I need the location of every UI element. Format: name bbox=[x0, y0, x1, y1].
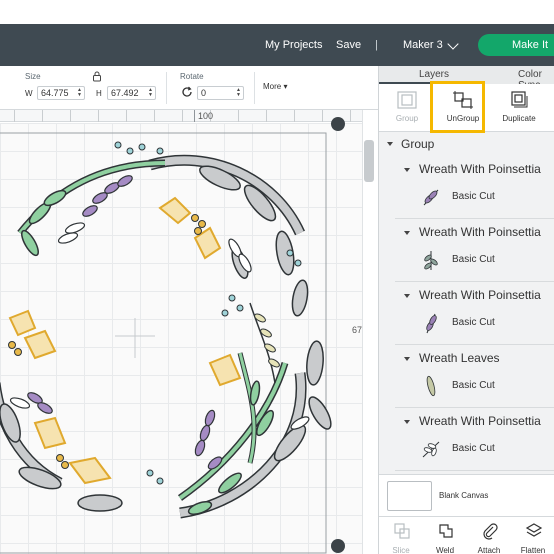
save-button[interactable]: Save bbox=[336, 24, 361, 66]
layer-name: Wreath With Poinsettia bbox=[419, 162, 541, 176]
group-row[interactable]: Group bbox=[379, 132, 554, 156]
app-header: My Projects Save | Maker 3 Make It bbox=[0, 24, 554, 66]
slice-icon bbox=[394, 523, 410, 539]
flatten-label: Flatten bbox=[520, 546, 546, 554]
side-ruler-number: 67 bbox=[352, 325, 363, 335]
cut-operation[interactable]: Basic Cut bbox=[452, 443, 495, 454]
wreath-artwork[interactable] bbox=[0, 123, 362, 554]
slice-button[interactable]: Slice bbox=[379, 517, 423, 554]
attach-label: Attach bbox=[477, 546, 501, 554]
cut-operation[interactable]: Basic Cut bbox=[452, 254, 495, 265]
height-field[interactable]: 67.492 ▲ ▼ bbox=[107, 86, 156, 100]
blank-canvas-swatch[interactable] bbox=[387, 481, 432, 511]
duplicate-button[interactable]: Duplicate bbox=[491, 84, 547, 132]
selection-handle[interactable] bbox=[331, 117, 345, 131]
attach-button[interactable]: Attach bbox=[467, 517, 511, 554]
vertical-scrollbar-thumb[interactable] bbox=[364, 140, 374, 182]
rotate-stepper-icon[interactable]: ▲ ▼ bbox=[236, 88, 241, 98]
layer-name: Wreath With Poinsettia bbox=[419, 225, 541, 239]
fern-thumbnail-icon bbox=[422, 441, 440, 458]
expand-toggle-icon[interactable] bbox=[404, 168, 410, 172]
top-strip bbox=[0, 0, 554, 24]
cut-operation[interactable]: Basic Cut bbox=[452, 317, 495, 328]
layer-row[interactable]: Wreath Leaves Basic Cut bbox=[395, 345, 554, 408]
group-label: Group bbox=[395, 114, 419, 123]
expand-toggle-icon[interactable] bbox=[404, 294, 410, 298]
group-button[interactable]: Group bbox=[379, 84, 435, 132]
blank-canvas-label: Blank Canvas bbox=[439, 491, 489, 500]
expand-toggle-icon[interactable] bbox=[404, 231, 410, 235]
layer-row[interactable]: Wreath With Poinsettia Basic Cut bbox=[395, 282, 554, 345]
ruler-number: 100 bbox=[198, 111, 214, 121]
layers-panel: Layers Color Sync Group UnGroup bbox=[378, 66, 554, 554]
weld-button[interactable]: Weld bbox=[423, 517, 467, 554]
flatten-icon bbox=[525, 523, 543, 537]
layer-tools-bar: Slice Weld Attach Flatten bbox=[379, 516, 554, 554]
more-menu[interactable]: More ▾ bbox=[263, 82, 287, 91]
expand-toggle-icon[interactable] bbox=[404, 420, 410, 424]
lavender-thumbnail-icon bbox=[423, 189, 439, 206]
rotate-icon bbox=[182, 86, 192, 97]
tab-layers[interactable]: Layers bbox=[419, 69, 449, 80]
toolbar-divider bbox=[166, 72, 167, 104]
rotate-value: 0 bbox=[201, 88, 207, 98]
height-letter: H bbox=[96, 89, 102, 98]
width-value: 64.775 bbox=[41, 88, 69, 98]
size-label: Size bbox=[25, 72, 41, 81]
lock-icon[interactable] bbox=[92, 71, 102, 82]
cut-operation[interactable]: Basic Cut bbox=[452, 191, 495, 202]
sprig-thumbnail-icon bbox=[424, 251, 438, 270]
resize-handle[interactable] bbox=[331, 539, 345, 553]
chevron-down-icon[interactable] bbox=[447, 38, 459, 50]
top-ruler: 100 bbox=[0, 110, 362, 122]
design-space-window: My Projects Save | Maker 3 Make It Size … bbox=[0, 0, 554, 554]
make-it-button[interactable]: Make It bbox=[478, 34, 554, 56]
weld-icon bbox=[439, 524, 453, 538]
flatten-button[interactable]: Flatten bbox=[511, 517, 554, 554]
duplicate-label: Duplicate bbox=[502, 114, 536, 123]
layer-name: Wreath Leaves bbox=[419, 351, 500, 365]
group-name: Group bbox=[401, 137, 435, 151]
rotate-field[interactable]: 0 ▲ ▼ bbox=[197, 86, 244, 100]
lavender-thumbnail-icon bbox=[426, 313, 437, 334]
duplicate-icon bbox=[511, 91, 528, 108]
height-stepper-icon[interactable]: ▲ ▼ bbox=[148, 88, 153, 98]
machine-selector[interactable]: Maker 3 bbox=[403, 24, 443, 66]
design-canvas[interactable] bbox=[0, 123, 362, 554]
layer-row[interactable]: Wreath With Poinsettia Basic Cut bbox=[395, 408, 554, 471]
rotate-label: Rotate bbox=[180, 72, 204, 81]
toolbar-divider bbox=[254, 72, 255, 104]
cut-operation[interactable]: Basic Cut bbox=[452, 380, 495, 391]
width-letter: W bbox=[25, 89, 33, 98]
layer-name: Wreath With Poinsettia bbox=[419, 288, 541, 302]
blank-canvas-row[interactable]: Blank Canvas bbox=[379, 474, 554, 516]
ungroup-highlight-box bbox=[430, 81, 485, 133]
weld-label: Weld bbox=[435, 546, 455, 554]
leaf-thumbnail-icon bbox=[426, 375, 436, 397]
header-separator: | bbox=[375, 39, 378, 51]
slice-label: Slice bbox=[392, 546, 410, 554]
more-label: More bbox=[263, 82, 282, 91]
group-icon bbox=[397, 91, 417, 109]
expand-toggle-icon[interactable] bbox=[387, 142, 393, 146]
layer-name: Wreath With Poinsettia bbox=[419, 414, 541, 428]
width-field[interactable]: 64.775 ▲ ▼ bbox=[37, 86, 85, 100]
attach-icon bbox=[483, 523, 498, 540]
caret-down-icon: ▾ bbox=[281, 82, 288, 91]
expand-toggle-icon[interactable] bbox=[404, 357, 410, 361]
width-stepper-icon[interactable]: ▲ ▼ bbox=[77, 88, 82, 98]
height-value: 67.492 bbox=[111, 88, 139, 98]
layer-row[interactable]: Wreath With Poinsettia Basic Cut bbox=[395, 156, 554, 219]
layer-row[interactable]: Wreath With Poinsettia Basic Cut bbox=[395, 219, 554, 282]
my-projects-link[interactable]: My Projects bbox=[265, 24, 322, 66]
